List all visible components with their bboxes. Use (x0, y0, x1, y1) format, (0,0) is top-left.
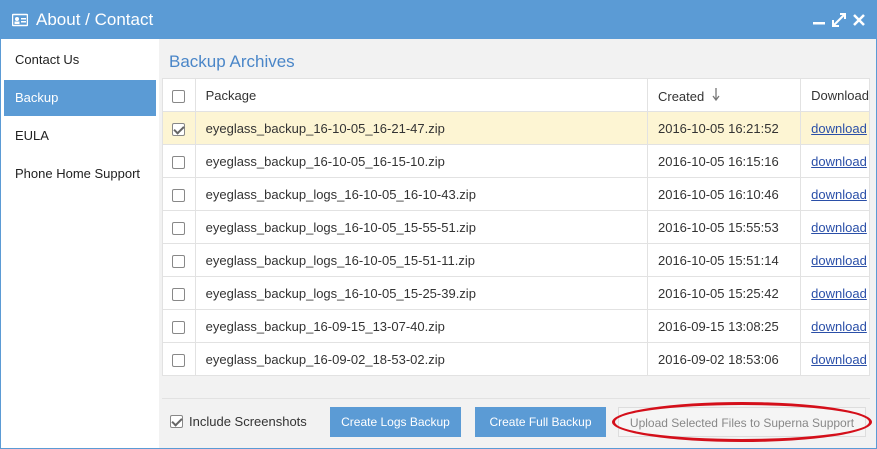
include-screenshots-checkbox[interactable] (170, 415, 183, 428)
download-cell: download (800, 276, 870, 310)
download-link[interactable]: download (811, 220, 867, 235)
row-select-cell (162, 111, 196, 145)
create-full-backup-button[interactable]: Create Full Backup (475, 407, 606, 437)
row-select-cell (162, 177, 196, 211)
row-checkbox[interactable] (172, 155, 186, 169)
created-cell: 2016-10-05 16:10:46 (646, 177, 802, 211)
package-cell: eyeglass_backup_16-10-05_16-21-47.zip (194, 111, 648, 145)
table-row[interactable]: eyeglass_backup_16-09-15_13-07-40.zip 201… (162, 309, 870, 343)
created-cell: 2016-10-05 16:21:52 (646, 111, 802, 145)
create-logs-backup-button[interactable]: Create Logs Backup (330, 407, 461, 437)
row-checkbox[interactable] (172, 122, 186, 136)
download-cell: download (800, 309, 870, 343)
sidebar-item-contact-us[interactable]: Contact Us (4, 42, 156, 78)
package-cell: eyeglass_backup_16-10-05_16-15-10.zip (194, 144, 648, 178)
created-cell: 2016-09-02 18:53:06 (646, 342, 802, 376)
sidebar: Contact Us Backup EULA Phone Home Suppor… (1, 39, 159, 448)
download-link[interactable]: download (811, 187, 867, 202)
download-cell: download (800, 210, 870, 244)
row-checkbox[interactable] (172, 353, 186, 367)
include-screenshots-label: Include Screenshots (189, 414, 307, 429)
package-cell: eyeglass_backup_logs_16-10-05_15-51-11.z… (194, 243, 648, 277)
download-link[interactable]: download (811, 121, 867, 136)
download-cell: download (800, 243, 870, 277)
row-select-cell (162, 342, 196, 376)
title-bar: About / Contact (1, 1, 876, 39)
backup-archives-table: Package Created Download eyeglass_backup… (162, 78, 870, 376)
created-cell: 2016-10-05 15:25:42 (646, 276, 802, 310)
row-select-cell (162, 276, 196, 310)
sidebar-item-backup[interactable]: Backup (4, 80, 156, 116)
row-checkbox[interactable] (172, 320, 186, 334)
upload-to-support-button[interactable]: Upload Selected Files to Superna Support (618, 407, 866, 437)
download-link[interactable]: download (811, 319, 867, 334)
select-all-cell (162, 78, 196, 112)
backup-panel: Backup Archives Package Created Download… (159, 39, 876, 448)
table-row[interactable]: eyeglass_backup_16-09-02_18-53-02.zip 201… (162, 342, 870, 376)
include-screenshots-option[interactable]: Include Screenshots (170, 414, 307, 429)
download-cell: download (800, 111, 870, 145)
table-row[interactable]: eyeglass_backup_16-10-05_16-15-10.zip 201… (162, 144, 870, 178)
contact-card-icon (11, 12, 29, 28)
download-column-header: Download (800, 78, 870, 112)
created-cell: 2016-10-05 15:51:14 (646, 243, 802, 277)
about-contact-window: About / Contact Contact Us Backup EULA P… (0, 0, 877, 449)
page-title: Backup Archives (169, 52, 295, 71)
download-cell: download (800, 144, 870, 178)
close-icon[interactable] (852, 11, 866, 27)
row-checkbox[interactable] (172, 221, 186, 235)
row-select-cell (162, 210, 196, 244)
sidebar-item-phone-home-support[interactable]: Phone Home Support (4, 156, 156, 192)
created-column-header[interactable]: Created (646, 78, 802, 112)
maximize-icon[interactable] (832, 11, 846, 27)
download-link[interactable]: download (811, 352, 867, 367)
table-row[interactable]: eyeglass_backup_logs_16-10-05_16-10-43.z… (162, 177, 870, 211)
download-link[interactable]: download (811, 286, 867, 301)
download-link[interactable]: download (811, 154, 867, 169)
table-row[interactable]: eyeglass_backup_logs_16-10-05_15-51-11.z… (162, 243, 870, 277)
created-cell: 2016-10-05 15:55:53 (646, 210, 802, 244)
package-cell: eyeglass_backup_16-09-15_13-07-40.zip (194, 309, 648, 343)
table-row[interactable]: eyeglass_backup_logs_16-10-05_15-55-51.z… (162, 210, 870, 244)
sidebar-item-eula[interactable]: EULA (4, 118, 156, 154)
created-cell: 2016-10-05 16:15:16 (646, 144, 802, 178)
table-row[interactable]: eyeglass_backup_logs_16-10-05_15-25-39.z… (162, 276, 870, 310)
row-checkbox[interactable] (172, 188, 186, 202)
package-column-header[interactable]: Package (194, 78, 648, 112)
download-cell: download (800, 342, 870, 376)
window-title: About / Contact (36, 10, 154, 29)
row-select-cell (162, 309, 196, 343)
minimize-icon[interactable] (812, 11, 826, 27)
download-cell: download (800, 177, 870, 211)
row-checkbox[interactable] (172, 254, 186, 268)
select-all-checkbox[interactable] (172, 89, 186, 103)
package-cell: eyeglass_backup_logs_16-10-05_16-10-43.z… (194, 177, 648, 211)
package-cell: eyeglass_backup_16-09-02_18-53-02.zip (194, 342, 648, 376)
row-checkbox[interactable] (172, 287, 186, 301)
table-row[interactable]: eyeglass_backup_16-10-05_16-21-47.zip 201… (162, 111, 870, 145)
download-link[interactable]: download (811, 253, 867, 268)
row-select-cell (162, 144, 196, 178)
package-cell: eyeglass_backup_logs_16-10-05_15-25-39.z… (194, 276, 648, 310)
sort-down-arrow-icon (712, 87, 720, 104)
row-select-cell (162, 243, 196, 277)
package-cell: eyeglass_backup_logs_16-10-05_15-55-51.z… (194, 210, 648, 244)
created-cell: 2016-09-15 13:08:25 (646, 309, 802, 343)
table-header-row: Package Created Download (162, 78, 870, 112)
backup-actions-bar: Include Screenshots Create Logs Backup C… (162, 398, 872, 445)
